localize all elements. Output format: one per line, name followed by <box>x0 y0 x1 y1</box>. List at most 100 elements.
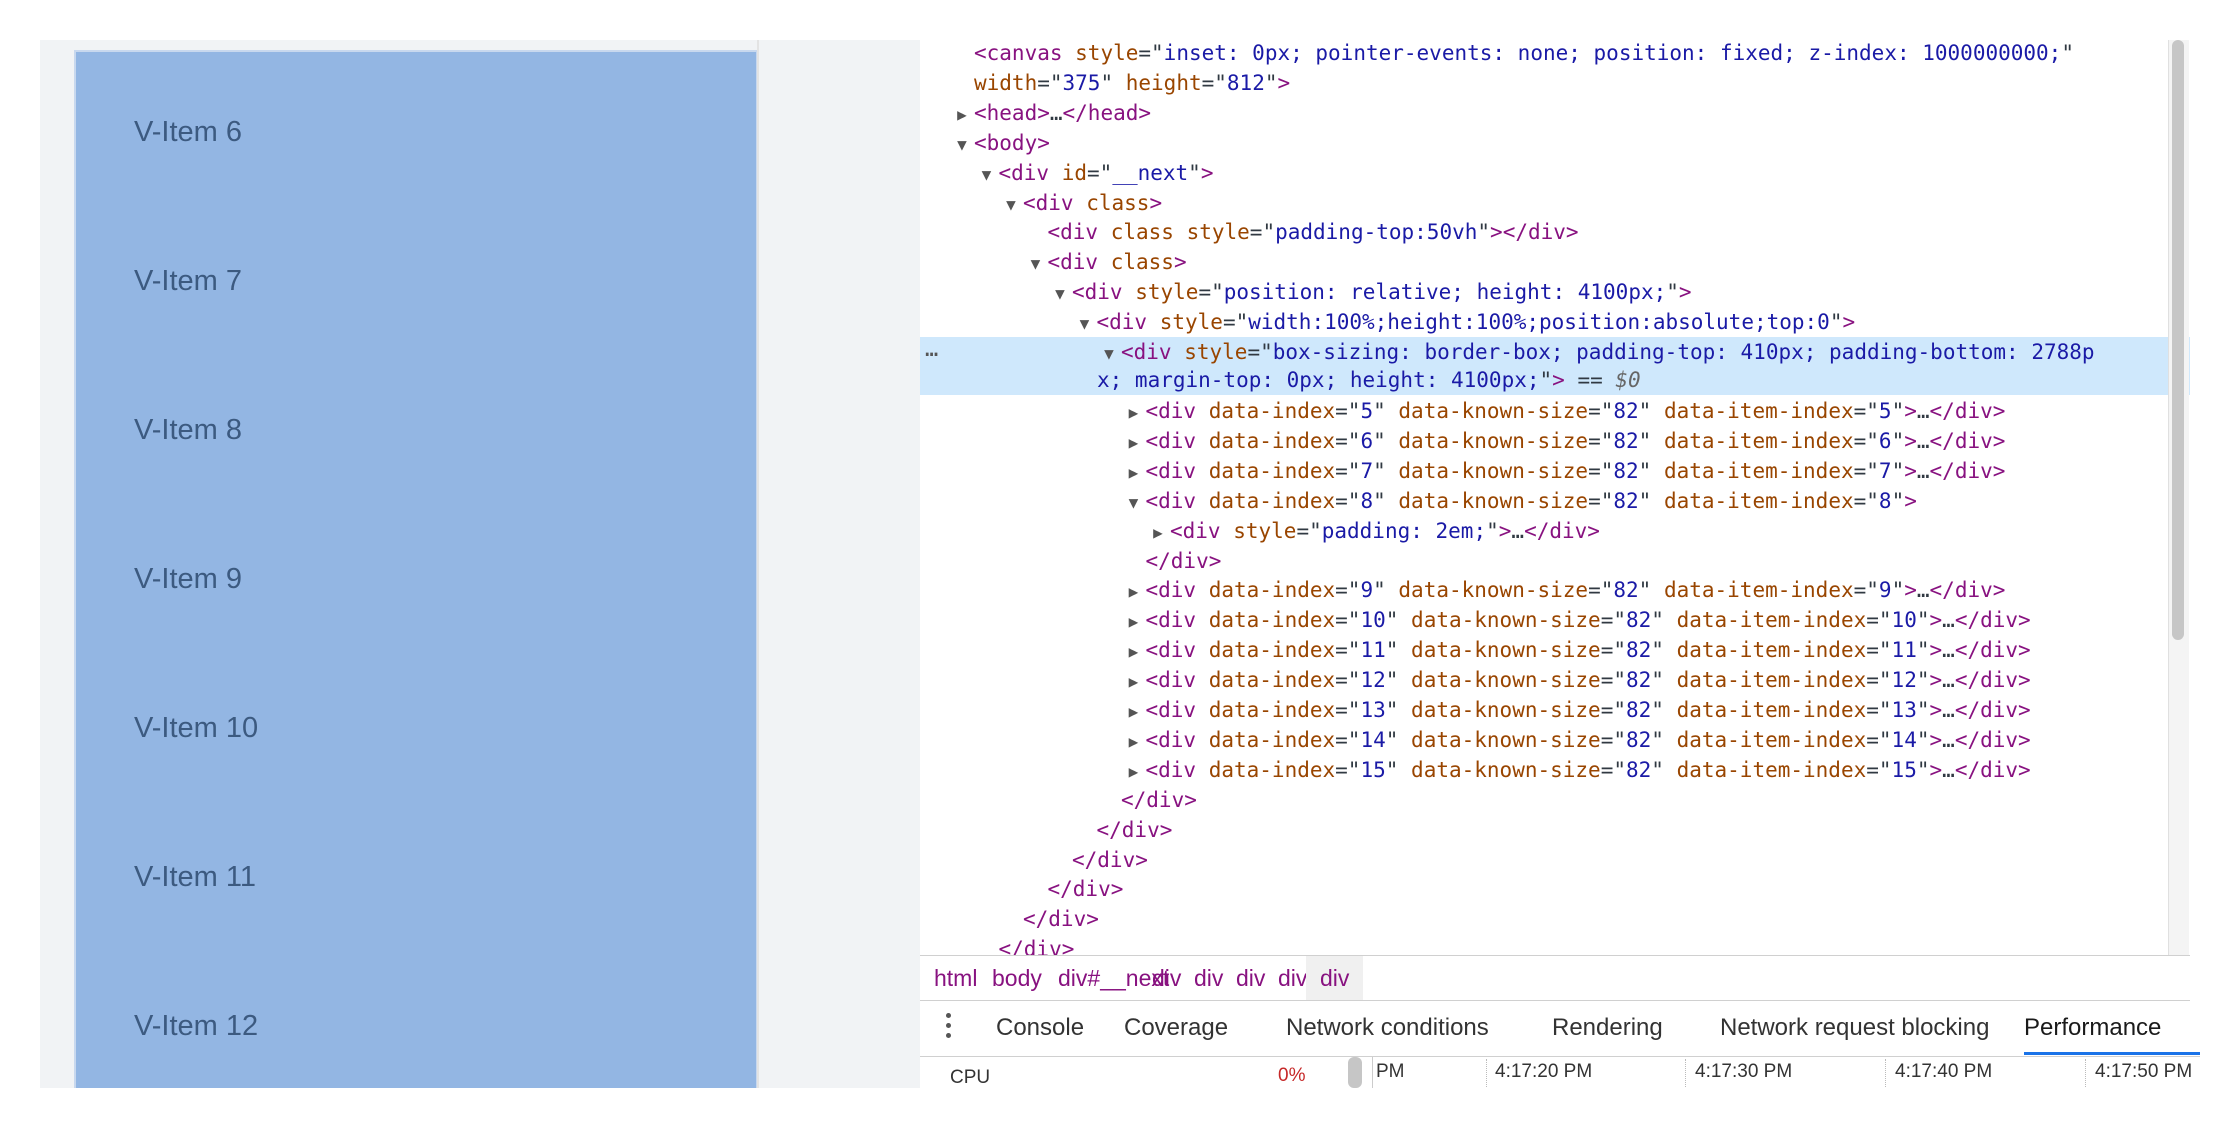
expand-arrow-icon[interactable]: ▶ <box>1122 458 1146 488</box>
code-token-attr: data-index <box>1208 727 1336 752</box>
code-token-eq: " <box>1477 220 1491 245</box>
code-token-tag: > <box>1904 578 1917 603</box>
dom-node-line[interactable]: ▼ <div style="position: relative; height:… <box>920 277 2190 307</box>
drawer-tab-performance[interactable]: Performance <box>2024 1001 2200 1055</box>
code-token-eq: " <box>1486 518 1499 543</box>
dom-node-line[interactable]: ▼ <div class> <box>920 247 2190 277</box>
code-token-val: box-sizing: border-box; padding-top: 410… <box>1272 340 2095 364</box>
dom-node-line[interactable]: ▶ <div data-index="5" data-known-size="82… <box>920 396 2190 426</box>
code-token-eq: =" <box>1335 608 1361 633</box>
dom-node-line[interactable]: ▶ <div data-index="9" data-known-size="82… <box>920 575 2190 605</box>
code-token-tag: > <box>1552 368 1565 392</box>
dom-node-line[interactable]: ▶ <div data-index="15" data-known-size="8… <box>920 755 2190 785</box>
dom-node-line[interactable]: </div> <box>920 874 2190 904</box>
collapse-arrow-icon[interactable]: ▼ <box>975 160 999 190</box>
code-token-attr: style <box>1184 340 1248 364</box>
dom-node-line[interactable]: ▼ <div class> <box>920 188 2190 218</box>
dom-node-line[interactable]: ▶ <div style="padding: 2em;">…</div> <box>920 516 2190 546</box>
code-token-val: 82 <box>1626 757 1652 782</box>
drawer-tab-network-request-blocking[interactable]: Network request blocking <box>1720 1001 1989 1055</box>
expand-arrow-icon[interactable]: ▶ <box>1122 637 1146 667</box>
code-token-eq: " <box>1891 488 1905 513</box>
expand-arrow-icon[interactable]: ▶ <box>1122 727 1146 757</box>
expand-arrow-icon[interactable]: ▶ <box>1122 577 1146 607</box>
dom-node-line[interactable]: ▶ <head>…</head> <box>920 98 2190 128</box>
collapse-arrow-icon[interactable]: ▼ <box>950 130 974 160</box>
drawer-tab-console[interactable]: Console <box>996 1001 1084 1055</box>
collapse-arrow-icon[interactable]: ▼ <box>1024 249 1048 279</box>
elements-scrollbar-thumb[interactable] <box>2172 40 2184 640</box>
expand-arrow-icon[interactable]: ▶ <box>1122 667 1146 697</box>
dom-node-line[interactable]: width="375" height="812"> <box>920 68 2190 98</box>
code-token-eq: " <box>1829 310 1843 335</box>
drawer-tabbar: Console Coverage Network conditions Renderi… <box>920 1001 2200 1057</box>
expand-arrow-icon[interactable]: ▶ <box>950 100 974 130</box>
dom-node-line[interactable]: ▶ <div data-index="7" data-known-size="82… <box>920 456 2190 486</box>
dom-node-line[interactable]: </div> <box>920 904 2190 934</box>
breadcrumb-item[interactable]: div <box>1306 956 1364 1000</box>
dom-node-line[interactable]: <div class style="padding-top:50vh"></di… <box>920 217 2190 247</box>
code-token-tag: <div <box>1023 190 1087 215</box>
elements-tree[interactable]: <canvas style="inset: 0px; pointer-event… <box>920 40 2190 955</box>
drawer-tab-network-conditions[interactable]: Network conditions <box>1286 1001 1489 1055</box>
dom-node-line[interactable]: </div> <box>920 815 2190 845</box>
dom-node-line[interactable]: <canvas style="inset: 0px; pointer-event… <box>920 40 2190 68</box>
dom-node-line[interactable]: </div> <box>920 934 2190 955</box>
dom-node-line[interactable]: ▼ <div id="__next"> <box>920 158 2190 188</box>
dom-node-line[interactable]: ▶ <div data-index="13" data-known-size="8… <box>920 695 2190 725</box>
dom-node-line[interactable]: ▶ <div data-index="12" data-known-size="8… <box>920 665 2190 695</box>
dom-node-line[interactable]: ▶ <div data-index="10" data-known-size="8… <box>920 605 2190 635</box>
drawer-tab-coverage[interactable]: Coverage <box>1124 1001 1228 1055</box>
collapse-arrow-icon[interactable]: ▼ <box>1122 488 1146 518</box>
dom-node-line[interactable]: ▶ <div data-index="6" data-known-size="82… <box>920 426 2190 456</box>
virtual-list[interactable]: V-Item 6 V-Item 7 V-Item 8 V-Item 9 V-Item 1… <box>74 50 758 1088</box>
dom-node-line[interactable]: ▼ <div style="width:100%;height:100%;posi… <box>920 307 2190 337</box>
dom-node-line[interactable]: </div> <box>920 785 2190 815</box>
expand-arrow-icon[interactable]: ▶ <box>1122 398 1146 428</box>
perf-scrollbar[interactable] <box>1348 1057 1362 1088</box>
code-token-eq: " <box>1916 757 1930 782</box>
dom-node-line[interactable]: ▼ <div data-index="8" data-known-size="82… <box>920 486 2190 516</box>
code-token-eq: =" <box>1866 698 1892 722</box>
expand-arrow-icon[interactable]: ▶ <box>1122 607 1146 637</box>
selected-dom-node[interactable]: ▼ <div style="box-sizing: border-box; pad… <box>920 337 2190 395</box>
collapse-arrow-icon[interactable]: ▼ <box>999 190 1023 220</box>
collapse-arrow-icon[interactable]: ▼ <box>1048 279 1072 309</box>
more-options-icon[interactable]: … <box>925 335 938 365</box>
code-token-tag: </div> <box>1929 399 2006 423</box>
dom-node-line[interactable]: ▶ <div data-index="14" data-known-size="8… <box>920 725 2190 755</box>
code-token-tag: <div <box>1145 698 1209 722</box>
expand-arrow-icon[interactable]: ▶ <box>1122 428 1146 458</box>
dom-node-line[interactable]: ▼ <body> <box>920 128 2190 158</box>
code-token-tag: > <box>1173 250 1187 275</box>
dom-node-line[interactable]: </div> <box>920 845 2190 875</box>
code-token-val: 10 <box>1891 608 1917 633</box>
expand-arrow-icon[interactable]: ▶ <box>1122 697 1146 727</box>
kebab-menu-icon[interactable] <box>946 1013 952 1043</box>
code-token-attr: style <box>1233 518 1297 543</box>
code-token-tag: <div <box>1145 458 1209 483</box>
expand-arrow-icon[interactable]: ▶ <box>1122 757 1146 787</box>
code-token-attr: data-item-index <box>1663 428 1854 453</box>
code-token-eq: =" <box>1853 458 1879 483</box>
collapse-arrow-icon[interactable]: ▼ <box>1073 309 1097 339</box>
code-token-attr: data-known-size <box>1398 458 1589 483</box>
dom-node-line[interactable]: ▶ <div data-index="11" data-known-size="8… <box>920 635 2190 665</box>
code-token-tag: <div <box>1170 518 1234 543</box>
pane-divider[interactable] <box>757 40 759 1088</box>
drawer-tab-rendering[interactable]: Rendering <box>1552 1001 1663 1055</box>
code-token-val: padding-top:50vh <box>1275 220 1478 245</box>
code-token-val: 82 <box>1626 668 1652 693</box>
code-token-attr: width <box>974 70 1038 95</box>
dom-node-line[interactable]: </div> <box>920 546 2190 576</box>
code-token-tag: > <box>1200 160 1214 185</box>
code-token-val: 82 <box>1613 428 1639 453</box>
expand-arrow-icon[interactable]: ▶ <box>1146 518 1170 548</box>
code-token-eq: " <box>1373 458 1399 483</box>
code-token-eq: " <box>1651 757 1677 782</box>
code-token-tag: <div <box>1145 488 1209 513</box>
